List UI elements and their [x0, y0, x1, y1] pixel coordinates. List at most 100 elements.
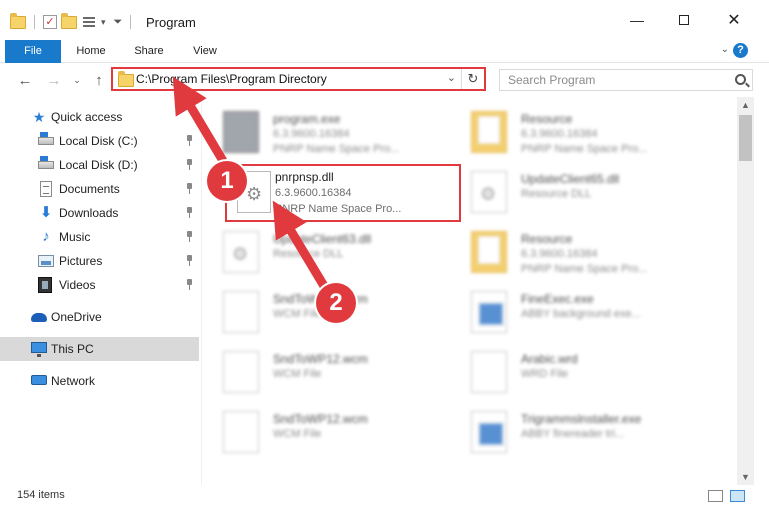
refresh-icon: ↻ — [467, 71, 479, 86]
file-item-updateclient65[interactable]: UpdateClient65.dll Resource DLL — [451, 163, 685, 221]
help-icon[interactable]: ? — [733, 43, 748, 58]
scroll-up-icon[interactable]: ▲ — [737, 97, 754, 113]
sidebar-item-label: Pictures — [59, 254, 103, 268]
downloads-icon: ⬇ — [39, 204, 53, 221]
file-item-sndtowp12[interactable]: SndToWP12.wcm WCM File — [203, 343, 437, 401]
refresh-button[interactable]: ↻ — [461, 69, 484, 89]
sidebar-item-local-disk-d[interactable]: Local Disk (D:) — [0, 153, 199, 177]
file-icon — [471, 351, 507, 393]
tab-share[interactable]: Share — [124, 40, 174, 63]
file-icon — [223, 351, 259, 393]
sidebar-item-onedrive[interactable]: OneDrive — [0, 305, 199, 329]
file-item-updateclient63[interactable]: UpdateClient63.dll Resource DLL — [203, 223, 437, 281]
file-name: program.exe — [273, 112, 341, 126]
file-item-sndtowp12[interactable]: SndToWP12.wcm WCM File — [203, 403, 437, 461]
sidebar-item-network[interactable]: Network — [0, 369, 199, 393]
file-description: PNRP Name Space Pro... — [521, 143, 648, 155]
arrow-up-icon: ↑ — [95, 71, 103, 89]
details-view-icon[interactable] — [708, 490, 723, 502]
arrow-left-icon: ← — [17, 71, 33, 89]
file-item-resource[interactable]: Resource 6.3.9600.16384 PNRP Name Space … — [451, 103, 685, 161]
sidebar-item-this-pc[interactable]: This PC — [0, 337, 199, 361]
file-description: PNRP Name Space Pro... — [273, 143, 400, 155]
navigation-pane: ★ Quick access Local Disk (C:) Local Dis… — [0, 97, 202, 485]
up-button[interactable]: ↑ — [88, 69, 110, 91]
sidebar-item-local-disk-c[interactable]: Local Disk (C:) — [0, 129, 199, 153]
back-button[interactable]: ← — [14, 69, 36, 91]
file-name: UpdateClient63.dll — [273, 232, 372, 246]
app-icon — [471, 291, 507, 333]
file-version: Resource DLL — [273, 248, 344, 260]
search-placeholder: Search Program — [508, 73, 596, 87]
file-list: program.exe 6.3.9600.16384 PNRP Name Spa… — [203, 97, 737, 485]
scroll-thumb[interactable] — [739, 115, 752, 161]
file-name: Arabic.wrd — [521, 352, 578, 366]
file-item-pnrpnsp-dll[interactable]: pnrpnsp.dll 6.3.9600.16384 PNRP Name Spa… — [225, 164, 461, 222]
file-version: 6.3.9600.16384 — [275, 187, 352, 199]
toolbar-dropdown-icon[interactable]: ⏷ — [114, 16, 123, 29]
sidebar-item-pictures[interactable]: Pictures — [0, 249, 199, 273]
folder-icon — [471, 111, 507, 153]
navigation-bar: ← → ⌄ ↑ C:\Program Files\Program Directo… — [0, 63, 769, 97]
file-description: PNRP Name Space Pro... — [521, 263, 648, 275]
folder-icon[interactable] — [10, 12, 26, 29]
videos-icon — [38, 277, 52, 293]
pin-icon — [185, 255, 194, 267]
sidebar-item-downloads[interactable]: ⬇ Downloads — [0, 201, 199, 225]
sidebar-item-label: Local Disk (C:) — [59, 134, 138, 148]
new-folder-icon[interactable] — [61, 12, 77, 29]
sidebar-item-music[interactable]: ♪ Music — [0, 225, 199, 249]
large-icons-view-icon[interactable] — [730, 490, 745, 502]
file-name: SndToWP12.wcm — [273, 412, 368, 426]
file-icon — [223, 291, 259, 333]
sidebar-item-quick-access[interactable]: ★ Quick access — [0, 105, 199, 129]
file-item-trigramms-installer[interactable]: Trigrammslnstaller.exe ABBY finereader t… — [451, 403, 685, 461]
minimize-button[interactable]: — — [614, 0, 660, 40]
tab-view[interactable]: View — [180, 40, 230, 63]
file-item-fineexec[interactable]: FineExec.exe ABBY background exe... — [451, 283, 685, 341]
scroll-down-icon[interactable]: ▼ — [737, 469, 754, 485]
sidebar-item-videos[interactable]: Videos — [0, 273, 199, 297]
file-item-resource[interactable]: Resource 6.3.9600.16384 PNRP Name Space … — [451, 223, 685, 281]
file-version: WCM File — [273, 368, 322, 380]
customize-icon[interactable] — [81, 15, 97, 29]
quick-access-toolbar: ✓ ▾ ⏷ — [10, 12, 135, 32]
drive-icon — [38, 132, 54, 145]
file-item-program-exe[interactable]: program.exe 6.3.9600.16384 PNRP Name Spa… — [203, 103, 437, 161]
address-dropdown-icon[interactable]: ⌄ — [447, 71, 456, 84]
maximize-button[interactable] — [661, 0, 707, 40]
properties-icon[interactable]: ✓ — [43, 15, 57, 29]
close-button[interactable]: ✕ — [711, 0, 757, 40]
toolbar-separator — [130, 15, 132, 29]
pin-icon — [185, 135, 194, 147]
dll-icon — [471, 171, 507, 213]
network-icon — [31, 375, 47, 385]
ribbon-expand-icon[interactable]: ⌄ — [721, 44, 729, 55]
chevron-down-icon[interactable]: ▾ — [101, 17, 106, 28]
toolbar-separator — [34, 15, 35, 29]
sidebar-item-label: OneDrive — [51, 310, 102, 324]
file-name: SndToWP12.wcm — [273, 352, 368, 366]
search-input[interactable]: Search Program — [499, 69, 753, 91]
tab-file[interactable]: File — [5, 40, 61, 63]
file-item-arabic-wrd[interactable]: Arabic.wrd WRD File — [451, 343, 685, 401]
file-name: pnrpnsp.dll — [275, 170, 334, 184]
sidebar-item-label: Music — [59, 230, 91, 244]
file-name: UpdateClient65.dll — [521, 172, 620, 186]
sidebar-item-label: Quick access — [51, 110, 123, 124]
dll-icon — [223, 231, 259, 273]
address-bar[interactable]: C:\Program Files\Program Directory ⌄ ↻ — [111, 67, 486, 91]
sidebar-item-label: Local Disk (D:) — [59, 158, 138, 172]
tab-home[interactable]: Home — [66, 40, 116, 63]
forward-button[interactable]: → — [43, 69, 65, 91]
vertical-scrollbar[interactable]: ▲ ▼ — [737, 97, 754, 485]
file-name: Trigrammslnstaller.exe — [521, 412, 642, 426]
recent-locations-button[interactable]: ⌄ — [66, 69, 88, 91]
pin-icon — [185, 159, 194, 171]
sidebar-item-documents[interactable]: Documents — [0, 177, 199, 201]
file-version: 6.3.9600.16384 — [521, 248, 598, 260]
item-count: 154 items — [17, 489, 65, 501]
file-version: ABBY finereader tri... — [521, 428, 625, 440]
address-path[interactable]: C:\Program Files\Program Directory — [136, 72, 327, 86]
pictures-icon — [38, 255, 54, 267]
